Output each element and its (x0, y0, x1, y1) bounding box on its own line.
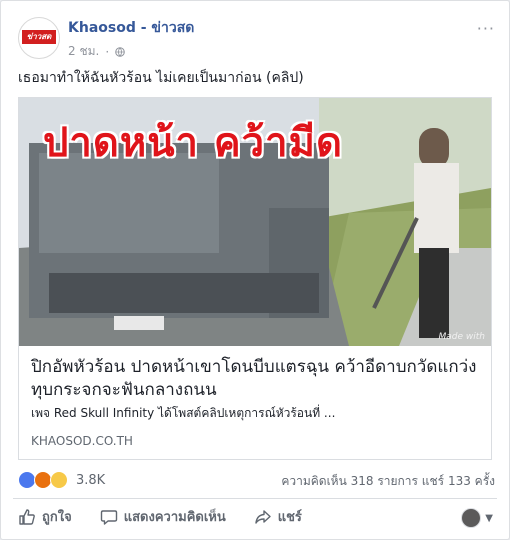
comment-icon (100, 509, 117, 525)
link-domain: KHAOSOD.CO.TH (31, 434, 133, 448)
viewer-avatar (461, 508, 482, 528)
share-icon (255, 509, 271, 524)
post-time[interactable]: 2 ชม. (68, 42, 99, 61)
post-caption: เธอมาทำให้ฉันหัวร้อน ไม่เคยเป็นมาก่อน (ค… (18, 70, 304, 86)
comment-button[interactable]: แสดงความคิดเห็น (100, 506, 226, 527)
comments-shares-stats[interactable]: ความคิดเห็น 318 รายการ แชร์ 133 ครั้ง (281, 472, 495, 491)
thumbs-up-icon (19, 508, 35, 525)
like-label: ถูกใจ (42, 510, 72, 525)
link-title[interactable]: ปิกอัพหัวร้อน ปาดหน้าเขาโดนบีบแตรฉุน คว้… (31, 356, 481, 402)
reaction-summary[interactable]: 3.8K (18, 471, 105, 489)
caret-down-icon: ▼ (485, 512, 493, 524)
react-as-selector[interactable]: ▼ (461, 508, 493, 528)
haha-reaction-icon (50, 471, 68, 489)
thumbnail-watermark: Made with (438, 332, 486, 342)
thumbnail-overlay-text: ปาดหน้า คว้ามีด (43, 120, 343, 166)
like-button[interactable]: ถูกใจ (18, 506, 72, 527)
page-name-link[interactable]: Khaosod - ข่าวสด (68, 17, 194, 39)
reaction-count[interactable]: 3.8K (76, 473, 105, 488)
comment-label: แสดงความคิดเห็น (123, 510, 226, 525)
globe-icon (115, 46, 125, 57)
link-thumbnail[interactable]: ปาดหน้า คว้ามีด Made with (19, 98, 491, 346)
post-meta: 2 ชม. · (68, 42, 125, 61)
share-button[interactable]: แชร์ (254, 506, 302, 527)
dot-separator: · (105, 44, 110, 59)
link-preview[interactable]: ปาดหน้า คว้ามีด Made with ปิกอัพหัวร้อน … (18, 97, 492, 460)
link-description: เพจ Red Skull Infinity ได้โพสต์คลิปเหตุก… (31, 406, 336, 420)
page-avatar[interactable]: ข่าวสด (18, 17, 60, 59)
action-bar: ถูกใจ แสดงความคิดเห็น แชร์ (18, 506, 302, 527)
avatar-logo: ข่าวสด (22, 30, 56, 44)
post-card: ข่าวสด Khaosod - ข่าวสด 2 ชม. · ··· เธอม… (0, 0, 510, 540)
actions-divider (13, 498, 497, 499)
more-options-icon[interactable]: ··· (477, 19, 495, 38)
share-label: แชร์ (277, 510, 302, 525)
